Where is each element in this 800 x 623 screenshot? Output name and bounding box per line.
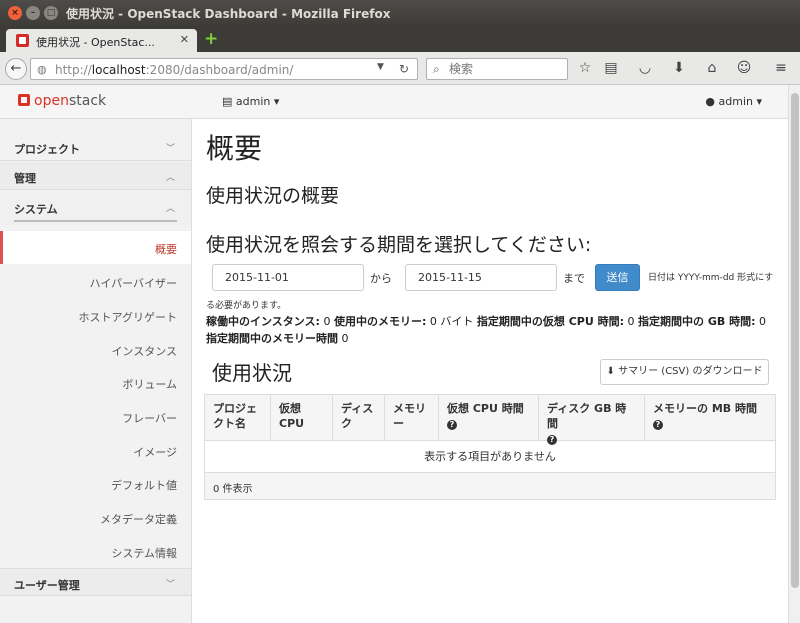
column-header-memory-mb-hours[interactable]: メモリーの MB 時間? bbox=[645, 395, 775, 440]
sidebar-item-overview[interactable]: 概要 bbox=[0, 231, 191, 264]
pocket-icon[interactable]: ◡ bbox=[636, 60, 654, 76]
submit-button[interactable]: 送信 bbox=[595, 264, 640, 291]
downloads-icon[interactable]: ⬇ bbox=[670, 60, 688, 76]
search-icon: ⌕ bbox=[433, 62, 440, 76]
dashboard-header: openstack ▤ admin ▾ ● admin ▾ bbox=[0, 85, 788, 119]
start-date-input[interactable]: 2015-11-01 bbox=[212, 264, 364, 291]
date-format-hint-continued: る必要があります。 bbox=[206, 301, 287, 311]
browser-tab[interactable]: 使用状況 - OpenStac... ✕ bbox=[6, 29, 197, 52]
chevron-down-icon: ﹀ bbox=[165, 580, 175, 590]
tab-strip: 使用状況 - OpenStac... ✕ + bbox=[0, 27, 800, 52]
project-selector[interactable]: ▤ admin ▾ bbox=[222, 95, 279, 108]
sidebar-item-hypervisors[interactable]: ハイパーバイザー bbox=[0, 265, 191, 298]
column-header-memory[interactable]: メモリー bbox=[385, 395, 439, 440]
menu-icon[interactable]: ≡ bbox=[772, 60, 790, 76]
from-label: から bbox=[370, 272, 392, 285]
help-icon[interactable]: ? bbox=[447, 420, 457, 430]
main-content: 概要 使用状況の概要 使用状況を照会する期間を選択してください: 2015-11… bbox=[192, 119, 788, 623]
url-text[interactable]: http://localhost:2080/dashboard/admin/ bbox=[55, 63, 293, 77]
help-icon[interactable]: ? bbox=[653, 420, 663, 430]
column-header-vcpu-hours[interactable]: 仮想 CPU 時間? bbox=[439, 395, 539, 440]
usage-table: プロジェクト名 仮想 CPU ディスク メモリー 仮想 CPU 時間? ディスク… bbox=[204, 394, 776, 500]
sidebar-item-instances[interactable]: インスタンス bbox=[0, 333, 191, 366]
empty-table-message: 表示する項目がありません bbox=[205, 441, 775, 473]
sidebar-item-defaults[interactable]: デフォルト値 bbox=[0, 467, 191, 500]
sidebar-item-metadata-definitions[interactable]: メタデータ定義 bbox=[0, 501, 191, 534]
caret-down-icon: ▾ bbox=[273, 95, 280, 108]
chevron-down-icon: ﹀ bbox=[165, 144, 175, 154]
back-button[interactable]: ← bbox=[5, 58, 27, 80]
sidebar-item-volumes[interactable]: ボリューム bbox=[0, 366, 191, 399]
sidebar-item-images[interactable]: イメージ bbox=[0, 434, 191, 467]
until-label: まで bbox=[563, 272, 585, 285]
usage-table-title: 使用状況 bbox=[212, 361, 292, 385]
feedback-smiley-icon[interactable]: ☺ bbox=[735, 60, 753, 76]
reload-icon[interactable]: ↻ bbox=[399, 62, 409, 76]
openstack-logo-icon bbox=[18, 94, 30, 106]
caret-down-icon: ▾ bbox=[756, 95, 762, 108]
sidebar-group-admin[interactable]: 管理 ︿ bbox=[0, 162, 191, 190]
divider bbox=[14, 220, 177, 222]
window-maximize-button[interactable]: □ bbox=[44, 6, 58, 20]
scrollbar-thumb[interactable] bbox=[791, 93, 799, 588]
sidebar: プロジェクト ﹀ 管理 ︿ システム ︿ 概要 ハイパーバイザー ホストアグリゲート … bbox=[0, 119, 192, 623]
table-header: プロジェクト名 仮想 CPU ディスク メモリー 仮想 CPU 時間? ディスク… bbox=[205, 395, 775, 445]
column-header-disk[interactable]: ディスク bbox=[333, 395, 385, 440]
user-icon: ● bbox=[705, 95, 715, 108]
search-input[interactable] bbox=[449, 61, 564, 77]
sidebar-item-system-information[interactable]: システム情報 bbox=[0, 535, 191, 568]
sidebar-group-project[interactable]: プロジェクト ﹀ bbox=[0, 133, 191, 161]
end-date-input[interactable]: 2015-11-15 bbox=[405, 264, 557, 291]
chevron-up-icon: ︿ bbox=[165, 173, 175, 183]
window-titlebar: × – □ 使用状況 - OpenStack Dashboard - Mozil… bbox=[0, 0, 800, 27]
openstack-favicon-icon bbox=[16, 34, 29, 47]
select-period-heading: 使用状況を照会する期間を選択してください: bbox=[206, 234, 592, 256]
sidebar-item-flavors[interactable]: フレーバー bbox=[0, 400, 191, 433]
download-csv-button[interactable]: ⬇ サマリー (CSV) のダウンロード bbox=[600, 359, 769, 385]
sidebar-subgroup-system[interactable]: システム ︿ bbox=[0, 191, 191, 225]
window-title: 使用状況 - OpenStack Dashboard - Mozilla Fir… bbox=[66, 7, 391, 21]
column-header-vcpu[interactable]: 仮想 CPU bbox=[271, 395, 333, 440]
chevron-up-icon: ︿ bbox=[165, 204, 175, 214]
url-bar[interactable]: ◍ http://localhost:2080/dashboard/admin/… bbox=[30, 58, 418, 80]
navigation-toolbar: ← ◍ http://localhost:2080/dashboard/admi… bbox=[0, 52, 800, 85]
new-tab-icon[interactable]: + bbox=[204, 31, 218, 48]
window-minimize-button[interactable]: – bbox=[26, 6, 40, 20]
page-scrollbar[interactable] bbox=[788, 85, 800, 623]
project-icon: ▤ bbox=[222, 95, 233, 108]
home-icon[interactable]: ⌂ bbox=[703, 60, 721, 76]
reading-list-icon[interactable]: ▤ bbox=[602, 60, 620, 76]
bookmark-star-icon[interactable]: ☆ bbox=[576, 60, 594, 76]
date-format-hint: 日付は YYYY-mm-dd 形式にす bbox=[648, 273, 774, 283]
table-footer-count: 0 件表示 bbox=[205, 473, 775, 499]
url-dropdown-icon[interactable]: ▼ bbox=[377, 62, 384, 72]
sidebar-item-host-aggregates[interactable]: ホストアグリゲート bbox=[0, 299, 191, 332]
search-bar[interactable]: ⌕ bbox=[426, 58, 568, 80]
column-header-disk-gb-hours[interactable]: ディスク GB 時間? bbox=[539, 395, 645, 445]
window-close-button[interactable]: × bbox=[8, 6, 22, 20]
usage-summary-heading: 使用状況の概要 bbox=[206, 185, 340, 207]
page-title: 概要 bbox=[206, 132, 263, 165]
globe-icon: ◍ bbox=[37, 63, 47, 76]
user-menu[interactable]: ● admin ▾ bbox=[705, 95, 762, 108]
tab-close-icon[interactable]: ✕ bbox=[180, 33, 189, 46]
sidebar-group-identity[interactable]: ユーザー管理 ﹀ bbox=[0, 568, 191, 596]
download-icon: ⬇ bbox=[606, 366, 615, 377]
tab-title: 使用状況 - OpenStac... bbox=[36, 36, 155, 49]
usage-stats: 稼働中のインスタンス: 0 使用中のメモリー: 0 バイト 指定期間中の仮想 C… bbox=[206, 315, 766, 345]
column-header-project[interactable]: プロジェクト名 bbox=[205, 395, 271, 440]
openstack-logo[interactable]: openstack bbox=[18, 93, 106, 109]
